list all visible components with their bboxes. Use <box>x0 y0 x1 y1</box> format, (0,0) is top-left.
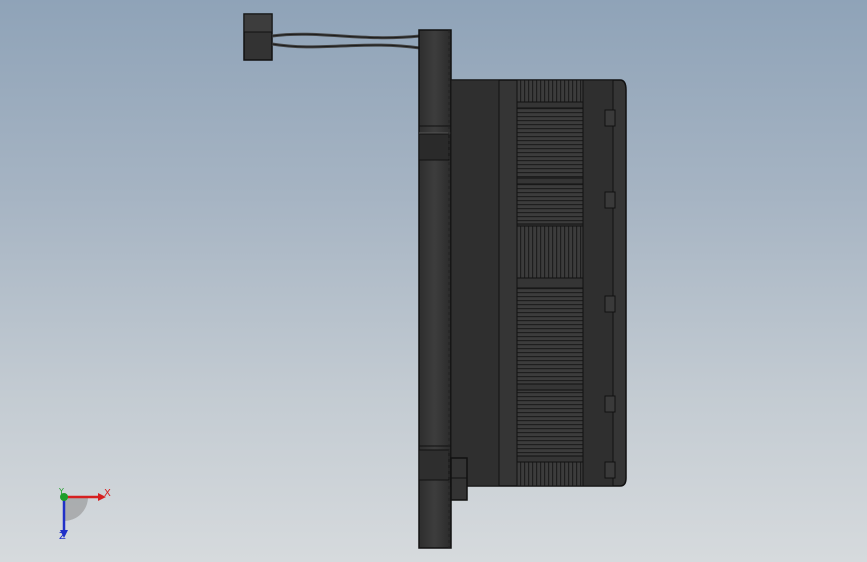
graphics-viewport[interactable]: X Y Z <box>0 0 867 562</box>
mounting-bolt[interactable] <box>450 457 468 501</box>
cable-connector[interactable] <box>243 13 273 61</box>
fan-model-side-view[interactable] <box>0 0 867 562</box>
axis-y-label: Y <box>59 487 64 496</box>
mounting-flange[interactable] <box>418 29 452 549</box>
coordinate-triad: X Y Z <box>48 482 118 546</box>
axis-x-label: X <box>104 488 111 499</box>
front-ring <box>582 79 616 487</box>
axis-z-label: Z <box>59 531 66 542</box>
cable-wires <box>271 32 421 50</box>
